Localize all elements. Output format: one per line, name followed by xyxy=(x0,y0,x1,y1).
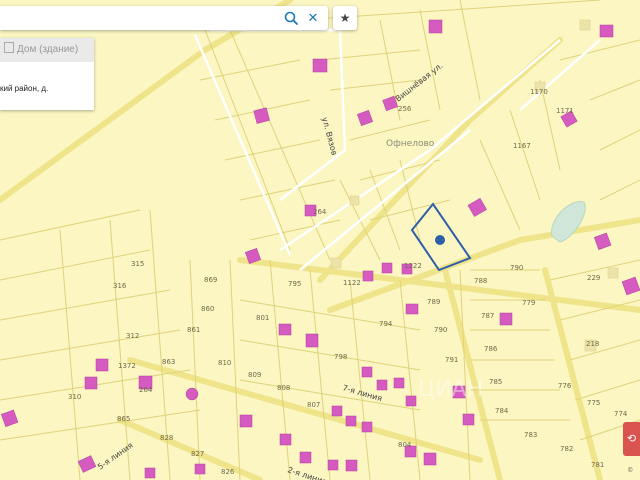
svg-text:315: 315 xyxy=(131,260,144,268)
search-input[interactable] xyxy=(4,9,278,29)
object-type-label: Дом (здание) xyxy=(17,44,79,55)
svg-text:810: 810 xyxy=(218,359,231,367)
svg-text:790: 790 xyxy=(510,264,523,272)
svg-text:789: 789 xyxy=(427,298,440,306)
svg-text:826: 826 xyxy=(221,468,235,476)
svg-text:863: 863 xyxy=(162,358,175,366)
object-address: кий район, д. xyxy=(0,84,49,93)
search-icon[interactable] xyxy=(283,10,299,26)
svg-text:310: 310 xyxy=(68,393,81,401)
svg-text:264: 264 xyxy=(313,208,327,216)
svg-text:827: 827 xyxy=(191,450,204,458)
svg-text:787: 787 xyxy=(481,312,494,320)
watermark: ЦИАН xyxy=(418,377,483,402)
svg-text:781: 781 xyxy=(591,461,604,469)
svg-text:794: 794 xyxy=(379,320,393,328)
svg-text:860: 860 xyxy=(201,305,214,313)
search-box: ✕ xyxy=(0,6,328,30)
svg-text:774: 774 xyxy=(614,410,628,418)
svg-text:312: 312 xyxy=(126,332,139,340)
close-icon[interactable]: ✕ xyxy=(305,9,321,27)
svg-text:828: 828 xyxy=(160,434,173,442)
svg-text:785: 785 xyxy=(489,378,502,386)
building-icon xyxy=(4,42,14,53)
svg-text:786: 786 xyxy=(484,345,498,353)
svg-text:791: 791 xyxy=(445,356,458,364)
svg-text:795: 795 xyxy=(288,280,301,288)
svg-text:783: 783 xyxy=(524,431,537,439)
svg-text:788: 788 xyxy=(474,277,487,285)
place-label: Офнелово xyxy=(386,139,435,149)
svg-text:1372: 1372 xyxy=(118,362,136,370)
svg-text:264: 264 xyxy=(139,386,153,394)
svg-text:775: 775 xyxy=(587,399,600,407)
svg-text:1171: 1171 xyxy=(556,107,574,115)
svg-text:804: 804 xyxy=(398,441,412,449)
svg-text:229: 229 xyxy=(587,274,600,282)
svg-text:809: 809 xyxy=(248,371,261,379)
svg-text:1167: 1167 xyxy=(513,142,531,150)
object-info-card: Дом (здание) кий район, д. xyxy=(0,38,94,110)
svg-text:861: 861 xyxy=(187,326,200,334)
svg-text:1222: 1222 xyxy=(404,262,422,270)
svg-text:869: 869 xyxy=(204,276,217,284)
svg-text:790: 790 xyxy=(434,326,447,334)
ruler-button[interactable]: ⟲ xyxy=(623,422,640,456)
svg-text:784: 784 xyxy=(495,407,509,415)
svg-text:316: 316 xyxy=(113,282,127,290)
object-type-header: Дом (здание) xyxy=(0,38,94,62)
svg-text:218: 218 xyxy=(586,340,599,348)
copyright-label: © xyxy=(628,468,633,474)
svg-text:1122: 1122 xyxy=(343,279,361,287)
svg-text:808: 808 xyxy=(277,384,290,392)
star-icon[interactable]: ★ xyxy=(333,6,357,30)
svg-text:782: 782 xyxy=(560,445,573,453)
svg-text:776: 776 xyxy=(558,382,572,390)
svg-text:256: 256 xyxy=(398,105,412,113)
svg-text:779: 779 xyxy=(522,299,535,307)
cadastral-map[interactable]: 1170 1171 1167 264 1122 1222 790 788 789… xyxy=(0,0,640,480)
svg-text:798: 798 xyxy=(334,353,347,361)
selected-parcel-marker[interactable] xyxy=(435,235,445,245)
svg-text:801: 801 xyxy=(256,314,269,322)
svg-text:865: 865 xyxy=(117,415,130,423)
svg-text:1170: 1170 xyxy=(530,88,548,96)
svg-text:807: 807 xyxy=(307,401,320,409)
